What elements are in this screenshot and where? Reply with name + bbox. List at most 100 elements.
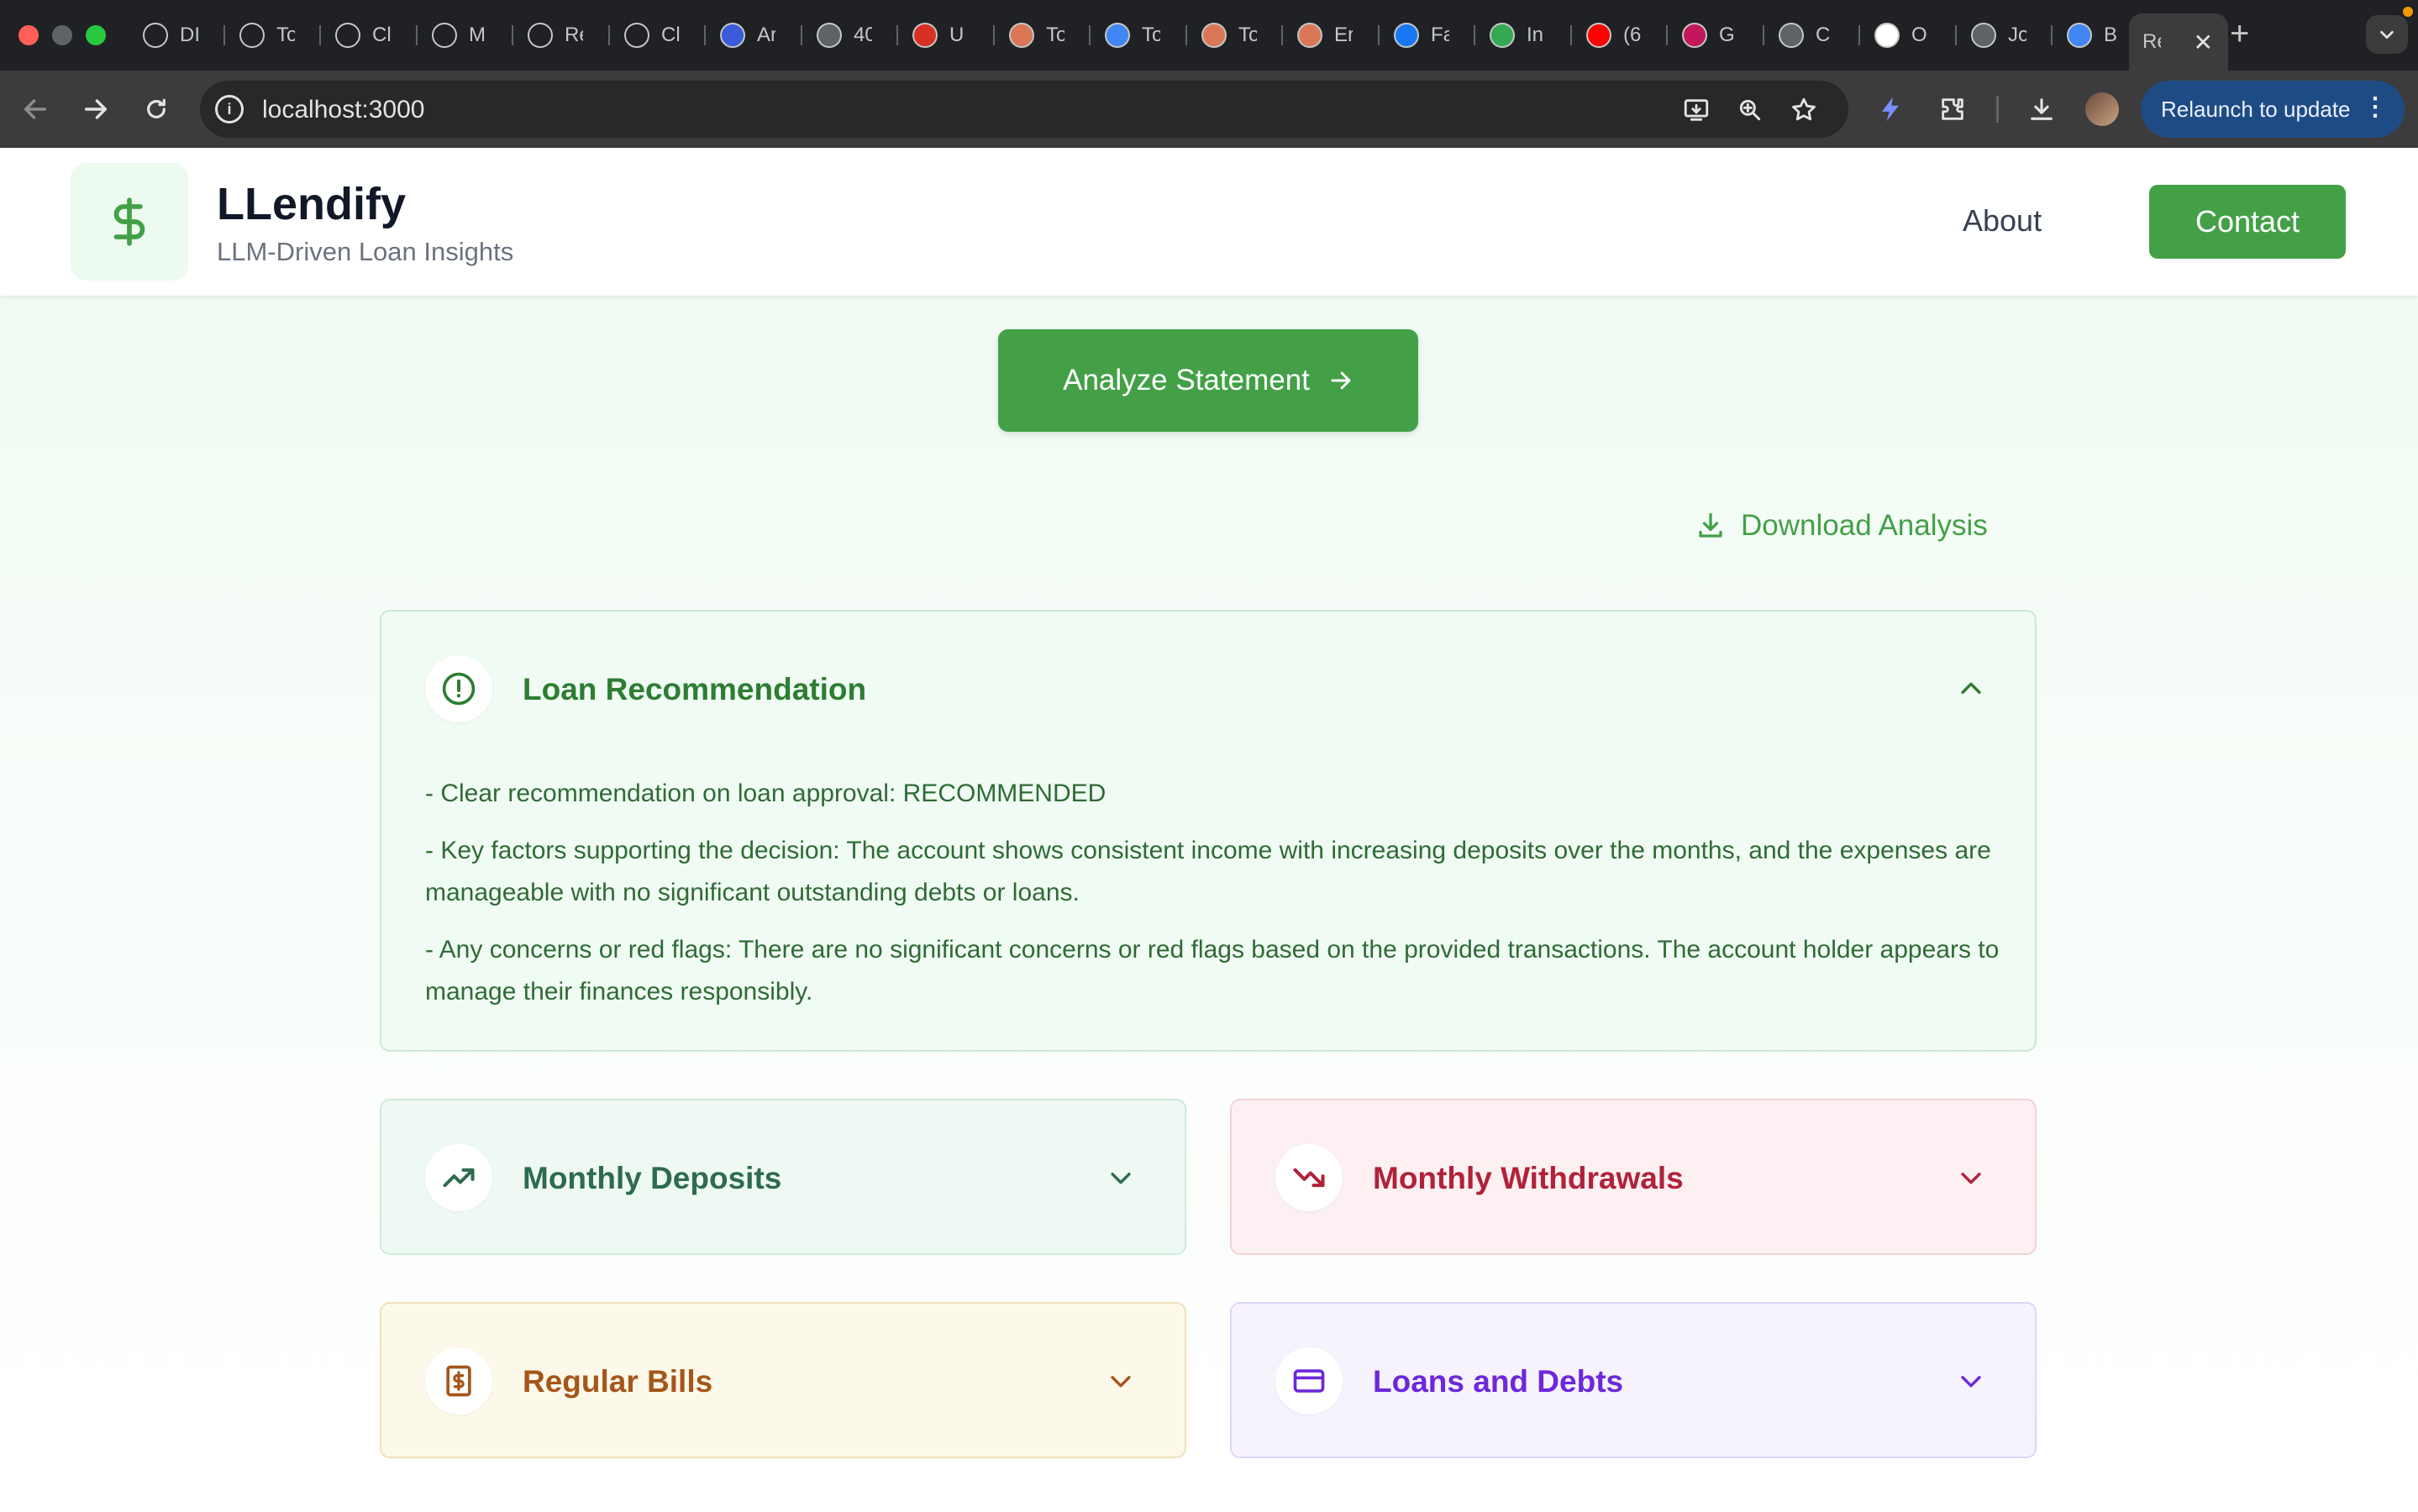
browser-tab[interactable]: To: [996, 13, 1090, 57]
downloads-icon[interactable]: [2023, 91, 2060, 128]
more-menu-icon[interactable]: ⋮: [2363, 94, 2388, 121]
chevron-down-icon: [2380, 30, 2394, 39]
tab-separator: [416, 25, 418, 45]
monthly-withdrawals-title: Monthly Withdrawals: [1373, 1161, 1684, 1195]
brand-title: LLendify: [217, 179, 406, 229]
browser-tab[interactable]: Ar: [707, 13, 801, 57]
forward-button[interactable]: [77, 91, 114, 128]
expand-toggle[interactable]: [1104, 1364, 1138, 1398]
chevron-up-icon: [1961, 682, 1981, 694]
browser-tab[interactable]: Cl: [611, 13, 705, 57]
bookmark-star-icon[interactable]: [1788, 94, 1820, 126]
update-indicator-dot: [2403, 7, 2413, 17]
browser-tab[interactable]: In: [1476, 13, 1570, 57]
tab-title: C: [1816, 24, 1831, 46]
tab-title: To: [1238, 24, 1257, 46]
browser-tab[interactable]: Re: [514, 13, 608, 57]
loan-recommendation-card: Loan Recommendation - Clear recommendati…: [380, 610, 2037, 1052]
openai-icon: [239, 23, 265, 48]
tab-separator: [704, 25, 706, 45]
reload-button[interactable]: [138, 91, 175, 128]
browser-tab[interactable]: M: [418, 13, 513, 57]
browser-tab-strip: DI To Cl M Re Cl Ar 40 U To To To Er Fa In (6 G C O Jo B Re …: [0, 0, 2418, 71]
list-icon: [720, 23, 745, 48]
doc-icon: [2067, 23, 2092, 48]
browser-tab[interactable]: Jo: [1958, 13, 2052, 57]
toolbar-separator: [1996, 96, 1999, 123]
browser-tab[interactable]: C: [1765, 13, 1859, 57]
monthly-deposits-card[interactable]: Monthly Deposits: [380, 1099, 1186, 1255]
nav-about-link[interactable]: About: [1963, 203, 2042, 239]
facebook-icon: [1394, 23, 1419, 48]
tab-title: Re: [565, 24, 583, 46]
active-tab[interactable]: Re ✕: [2129, 13, 2228, 71]
minimize-window-button[interactable]: [52, 25, 72, 45]
extensions-puzzle-icon[interactable]: [1934, 91, 1971, 128]
download-analysis-link[interactable]: Download Analysis: [1695, 509, 1988, 543]
back-button[interactable]: [17, 91, 54, 128]
browser-tab[interactable]: Cl: [322, 13, 416, 57]
browser-tab[interactable]: To: [1091, 13, 1185, 57]
tab-title: G: [1719, 24, 1735, 46]
reload-icon: [147, 98, 166, 118]
loans-and-debts-title: Loans and Debts: [1373, 1364, 1624, 1399]
relaunch-to-update-button[interactable]: Relaunch to update ⋮: [2141, 81, 2405, 138]
analyze-statement-button[interactable]: Analyze Statement: [998, 329, 1418, 432]
spiral-icon: [817, 23, 842, 48]
trending-up-icon: [425, 1144, 492, 1211]
contact-button[interactable]: Contact: [2149, 185, 2346, 259]
expand-toggle[interactable]: [1104, 1161, 1138, 1194]
new-tab-button[interactable]: +: [2230, 15, 2249, 52]
collapse-toggle[interactable]: [1954, 672, 1988, 706]
address-url[interactable]: localhost:3000: [262, 96, 424, 124]
main-content: Analyze Statement Download Analysis Loan…: [0, 296, 2418, 1512]
browser-tab[interactable]: U: [899, 13, 993, 57]
browser-tab[interactable]: To: [226, 13, 320, 57]
dollar-icon: [113, 197, 145, 246]
browser-tab[interactable]: O: [1861, 13, 1955, 57]
browser-tab[interactable]: DI: [129, 13, 223, 57]
close-tab-icon[interactable]: ✕: [2194, 29, 2213, 56]
active-tab-title: Re: [2142, 30, 2161, 53]
browser-tab[interactable]: To: [1188, 13, 1282, 57]
asterisk-icon: [1297, 23, 1322, 48]
tab-separator: [319, 25, 321, 45]
openai-icon: [143, 23, 168, 48]
browser-tab[interactable]: (6: [1573, 13, 1667, 57]
tab-separator: [1474, 25, 1475, 45]
monthly-withdrawals-card[interactable]: Monthly Withdrawals: [1230, 1099, 2037, 1255]
browser-tab[interactable]: 40: [803, 13, 897, 57]
logo: [71, 163, 188, 281]
chevron-down-icon: [1111, 1376, 1131, 1388]
browser-tab[interactable]: Fa: [1380, 13, 1474, 57]
zoom-icon[interactable]: [1734, 94, 1766, 126]
download-icon: [1699, 512, 1722, 538]
regular-bills-card[interactable]: Regular Bills: [380, 1302, 1186, 1458]
tab-separator: [223, 25, 225, 45]
bolt-extension-icon[interactable]: [1872, 91, 1909, 128]
relaunch-label: Relaunch to update: [2161, 96, 2351, 122]
site-info-icon[interactable]: i: [215, 95, 244, 123]
tab-search-button[interactable]: [2366, 15, 2408, 54]
tab-title: To: [1142, 24, 1160, 46]
recommendation-body: - Clear recommendation on loan approval:…: [425, 773, 2005, 1028]
tab-separator: [1570, 25, 1572, 45]
tab-title: Fa: [1431, 24, 1449, 46]
openai-icon: [432, 23, 457, 48]
regular-bills-title: Regular Bills: [523, 1364, 713, 1399]
loans-and-debts-card[interactable]: Loans and Debts: [1230, 1302, 2037, 1458]
maximize-window-button[interactable]: [86, 25, 106, 45]
profile-avatar[interactable]: [2085, 92, 2119, 126]
tab-separator: [1185, 25, 1187, 45]
expand-toggle[interactable]: [1954, 1364, 1988, 1398]
close-window-button[interactable]: [18, 25, 39, 45]
openai-icon: [528, 23, 553, 48]
browser-tab[interactable]: G: [1669, 13, 1763, 57]
browser-tab[interactable]: Er: [1284, 13, 1378, 57]
address-bar[interactable]: i localhost:3000: [200, 81, 1848, 138]
chevron-down-icon: [1961, 1376, 1981, 1388]
install-app-icon[interactable]: [1680, 94, 1712, 126]
expand-toggle[interactable]: [1954, 1161, 1988, 1194]
tab-separator: [1858, 25, 1860, 45]
tab-separator: [512, 25, 513, 45]
